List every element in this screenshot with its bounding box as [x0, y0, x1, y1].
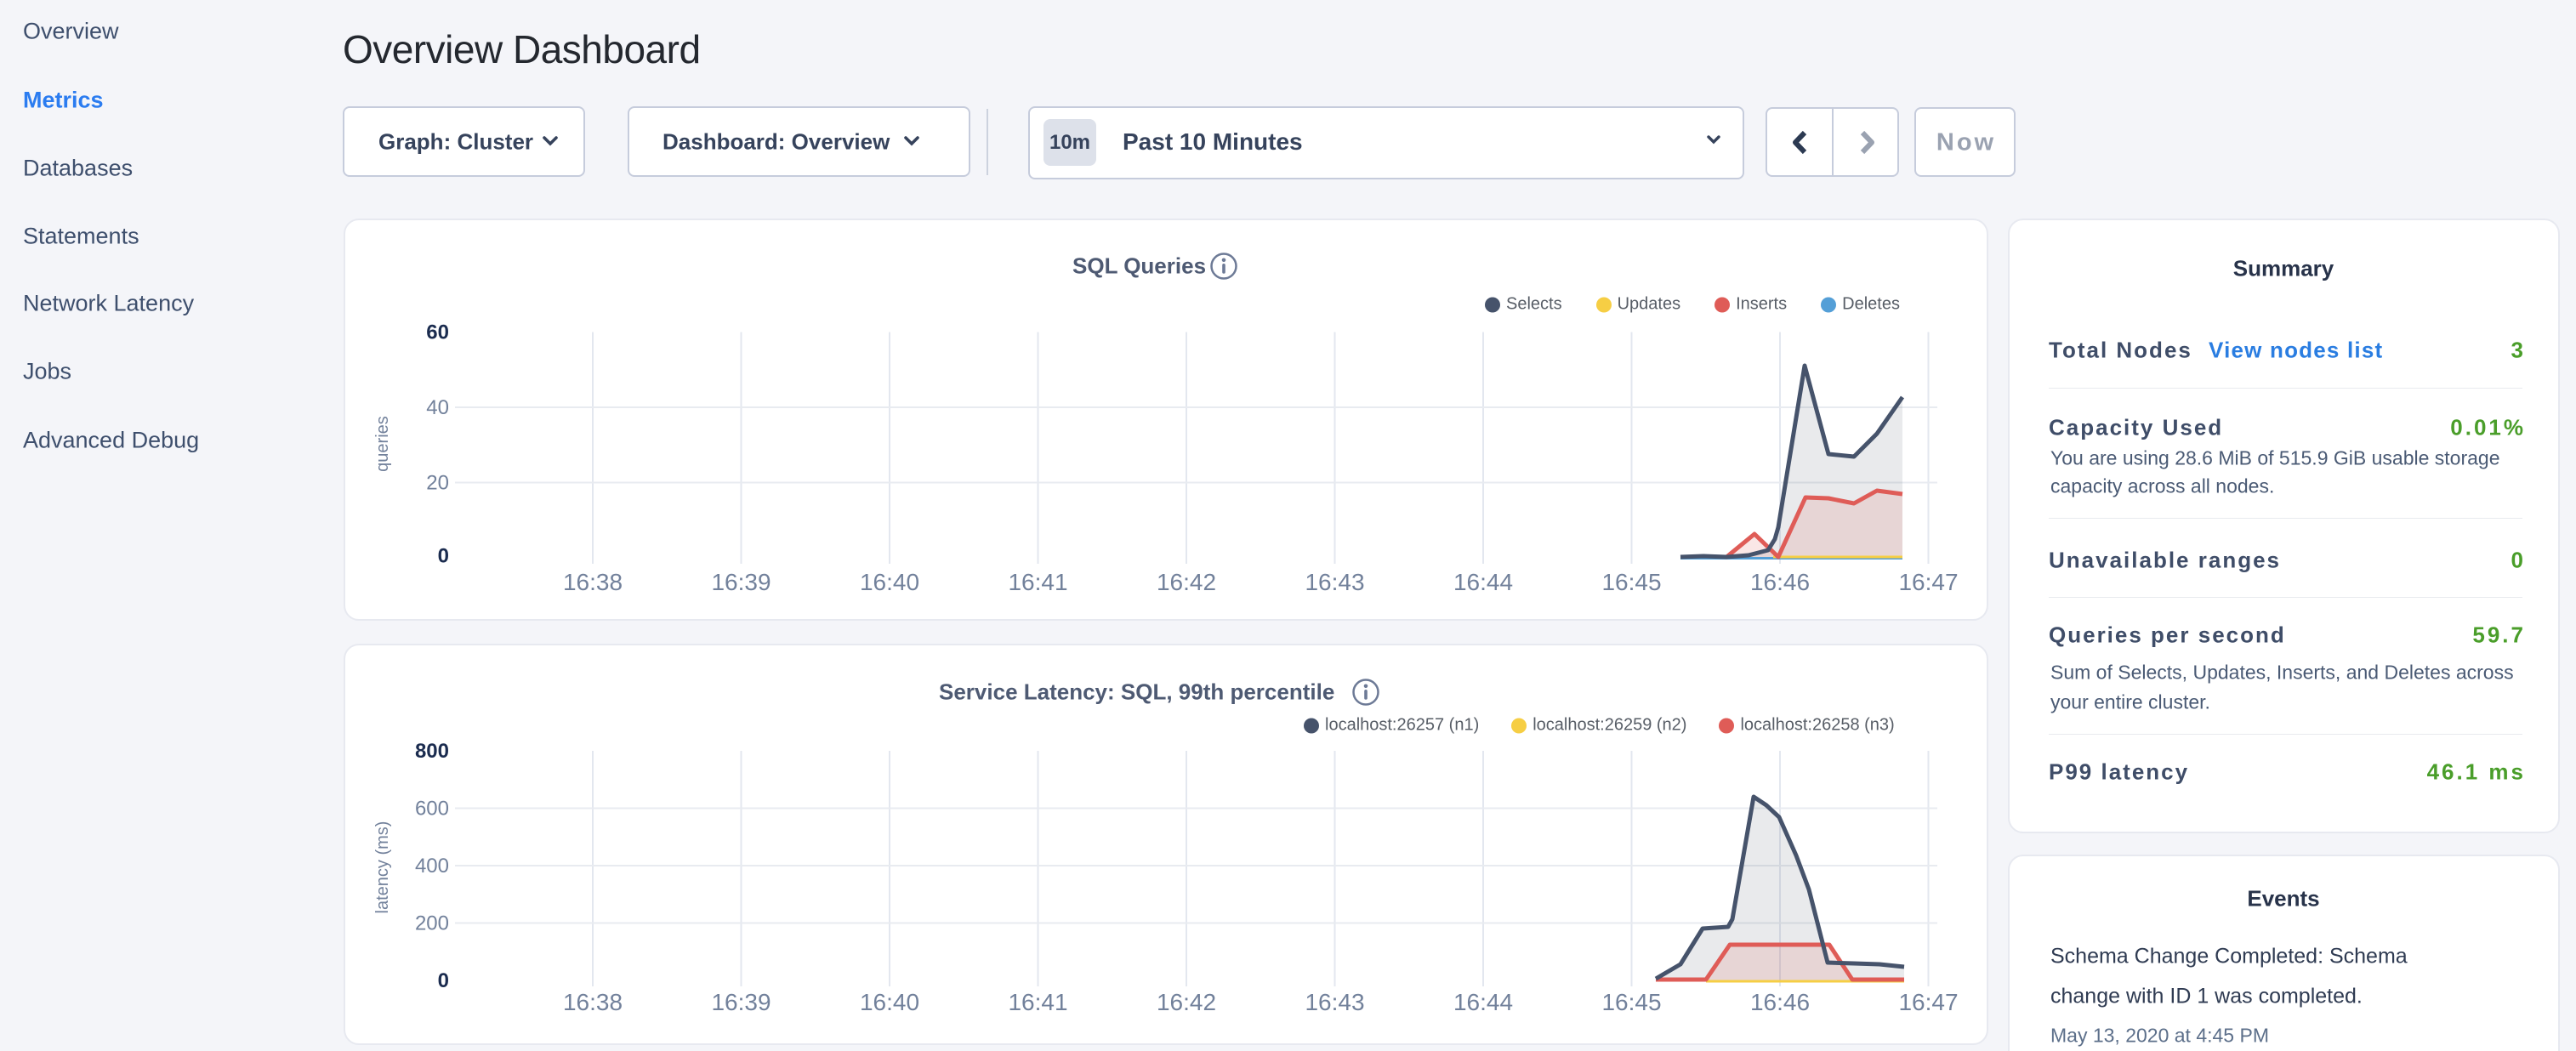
svg-text:0: 0	[438, 969, 449, 992]
svg-text:latency (ms): latency (ms)	[373, 821, 392, 914]
svg-text:16:44: 16:44	[1453, 989, 1513, 1015]
svg-text:16:43: 16:43	[1305, 569, 1364, 595]
svg-text:16:40: 16:40	[860, 989, 919, 1015]
svg-text:16:39: 16:39	[711, 989, 771, 1015]
svg-text:16:45: 16:45	[1601, 989, 1661, 1015]
svg-text:16:45: 16:45	[1601, 569, 1661, 595]
svg-text:16:42: 16:42	[1157, 989, 1216, 1015]
svg-text:20: 20	[426, 472, 449, 495]
svg-text:16:43: 16:43	[1305, 989, 1364, 1015]
svg-text:600: 600	[415, 798, 449, 821]
svg-text:16:40: 16:40	[860, 569, 919, 595]
svg-text:16:38: 16:38	[563, 569, 623, 595]
svg-text:800: 800	[415, 740, 449, 763]
svg-text:40: 40	[426, 396, 449, 419]
svg-text:queries: queries	[373, 416, 392, 472]
svg-text:16:47: 16:47	[1898, 989, 1958, 1015]
svg-text:16:46: 16:46	[1750, 989, 1810, 1015]
svg-text:16:38: 16:38	[563, 989, 623, 1015]
svg-text:60: 60	[426, 321, 449, 344]
svg-text:400: 400	[415, 855, 449, 878]
svg-text:16:41: 16:41	[1008, 989, 1067, 1015]
svg-text:0: 0	[438, 545, 449, 568]
svg-text:16:46: 16:46	[1750, 569, 1810, 595]
svg-text:16:44: 16:44	[1453, 569, 1513, 595]
svg-text:16:47: 16:47	[1898, 569, 1958, 595]
svg-text:16:39: 16:39	[711, 569, 771, 595]
svg-text:200: 200	[415, 912, 449, 935]
svg-text:16:42: 16:42	[1157, 569, 1216, 595]
svg-text:16:41: 16:41	[1008, 569, 1067, 595]
